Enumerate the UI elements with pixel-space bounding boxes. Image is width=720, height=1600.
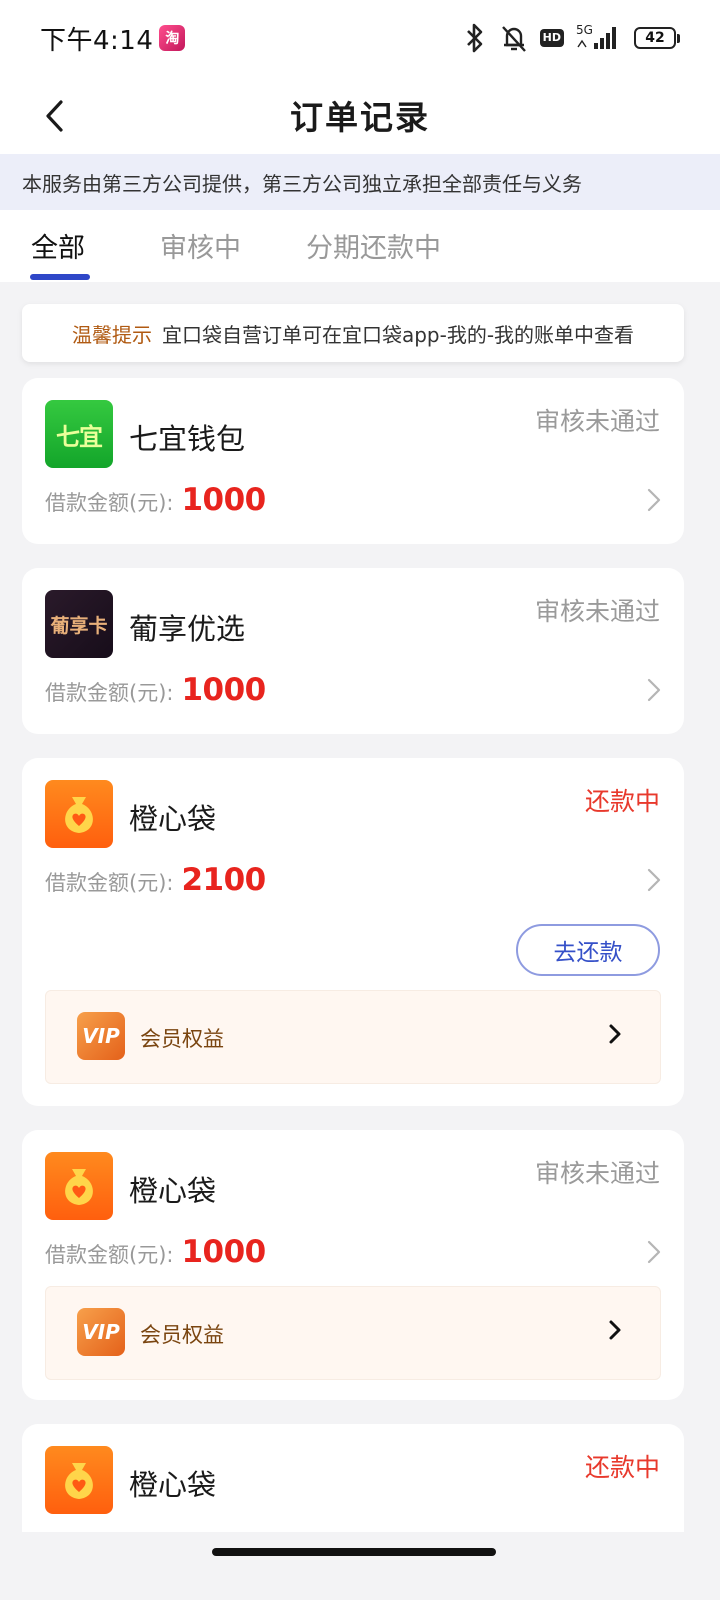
vip-benefits-row[interactable]: VIP 会员权益: [45, 990, 661, 1084]
status-icons: HD 5G 42: [462, 23, 680, 53]
active-tab-indicator: [30, 274, 90, 280]
chevron-left-icon: [46, 100, 63, 132]
chevron-right-icon: [609, 1320, 621, 1340]
amount-label: 借款金额(元):: [45, 1243, 174, 1267]
chengxindai-logo: [45, 1446, 113, 1514]
bluetooth-icon: [466, 23, 482, 53]
home-indicator[interactable]: [212, 1548, 496, 1556]
chevron-right-icon: [609, 1024, 621, 1044]
amount-value: 1000: [181, 1234, 266, 1270]
mute-bell-icon: [501, 26, 526, 52]
amount-row: 借款金额(元): 1000: [45, 482, 266, 518]
order-status: 审核未通过: [534, 597, 660, 626]
amount-label: 借款金额(元):: [45, 871, 174, 895]
amount-value: 2100: [181, 862, 266, 898]
order-card[interactable]: 橙心袋 审核未通过 借款金额(元): 1000 VIP 会员权益: [22, 1130, 684, 1400]
amount-value: 1000: [181, 672, 266, 708]
logo-text: 七宜: [56, 422, 103, 451]
product-name: 七宜钱包: [129, 422, 246, 456]
amount-row: 借款金额(元): 1000: [45, 1234, 266, 1270]
status-time: 下午4:14: [40, 25, 154, 56]
product-name: 葡享优选: [129, 612, 246, 646]
page-header: 订单记录: [0, 76, 720, 154]
vip-benefits-label: 会员权益: [140, 1027, 224, 1051]
status-bar: 下午4:14 淘 HD 5G 42: [0, 0, 720, 76]
repay-button[interactable]: 去还款: [516, 924, 660, 976]
putao-card-logo: 葡享卡: [45, 590, 113, 658]
battery-tip: [677, 33, 680, 43]
battery-level: 42: [634, 27, 676, 49]
order-card[interactable]: 葡享卡 葡享优选 审核未通过 借款金额(元): 1000: [22, 568, 684, 734]
chevron-right-icon[interactable]: [646, 488, 662, 512]
tab-installment-repaying[interactable]: 分期还款中: [306, 226, 441, 265]
amount-label: 借款金额(元):: [45, 491, 174, 515]
taobao-app-icon: 淘: [159, 25, 186, 51]
amount-label: 借款金额(元):: [45, 681, 174, 705]
tab-bar: 全部 审核中 分期还款中: [0, 210, 720, 282]
chevron-right-icon[interactable]: [646, 678, 662, 702]
product-name: 橙心袋: [129, 802, 217, 836]
vip-benefits-row[interactable]: VIP 会员权益: [45, 1286, 661, 1380]
battery-icon: 42: [634, 27, 680, 49]
amount-row: 借款金额(元): 2100: [45, 862, 266, 898]
money-bag-heart-icon: [65, 1463, 93, 1499]
tab-under-review[interactable]: 审核中: [160, 226, 241, 265]
page-title: 订单记录: [290, 98, 430, 137]
money-bag-heart-icon: [65, 1169, 93, 1205]
network-type-text: 5G: [576, 23, 593, 37]
vip-icon: VIP: [77, 1308, 125, 1356]
order-status: 还款中: [584, 787, 660, 816]
chengxindai-logo: [45, 780, 113, 848]
notice-text: 本服务由第三方公司提供，第三方公司独立承担全部责任与义务: [22, 171, 582, 196]
amount-row: 借款金额(元): 1000: [45, 672, 266, 708]
vip-benefits-label: 会员权益: [140, 1323, 224, 1347]
order-status: 审核未通过: [534, 1159, 660, 1188]
amount-value: 1000: [181, 482, 266, 518]
vip-icon: VIP: [77, 1012, 125, 1060]
order-card[interactable]: 七宜 七宜钱包 审核未通过 借款金额(元): 1000: [22, 378, 684, 544]
chengxindai-logo: [45, 1152, 113, 1220]
chevron-right-icon[interactable]: [646, 868, 662, 892]
logo-text: 葡享卡: [50, 614, 108, 637]
tip-label: 温馨提示: [71, 322, 152, 347]
qiyi-wallet-logo: 七宜: [45, 400, 113, 468]
order-card[interactable]: 橙心袋 还款中 借款金额(元): 2100 去还款 VIP 会员权益: [22, 758, 684, 1106]
order-records-screen: 下午4:14 淘 HD 5G 42 订单记录 本服务由第三方公司提供，第三方公司…: [0, 0, 720, 1600]
tab-all[interactable]: 全部: [31, 226, 85, 265]
money-bag-heart-icon: [65, 797, 93, 833]
product-name: 橙心袋: [129, 1468, 217, 1502]
order-status: 还款中: [584, 1453, 660, 1482]
signal-icon: 5G: [576, 23, 616, 49]
product-name: 橙心袋: [129, 1174, 217, 1208]
warm-tip-banner: 温馨提示 宜口袋自营订单可在宜口袋app-我的-我的账单中查看: [22, 304, 684, 362]
order-status: 审核未通过: [534, 407, 660, 436]
third-party-notice: 本服务由第三方公司提供，第三方公司独立承担全部责任与义务: [0, 154, 720, 210]
gesture-bar-area: [0, 1532, 720, 1600]
back-button[interactable]: [34, 94, 74, 138]
tip-text: 宜口袋自营订单可在宜口袋app-我的-我的账单中查看: [161, 322, 635, 347]
hd-icon: HD: [539, 29, 564, 47]
chevron-right-icon[interactable]: [646, 1240, 662, 1264]
